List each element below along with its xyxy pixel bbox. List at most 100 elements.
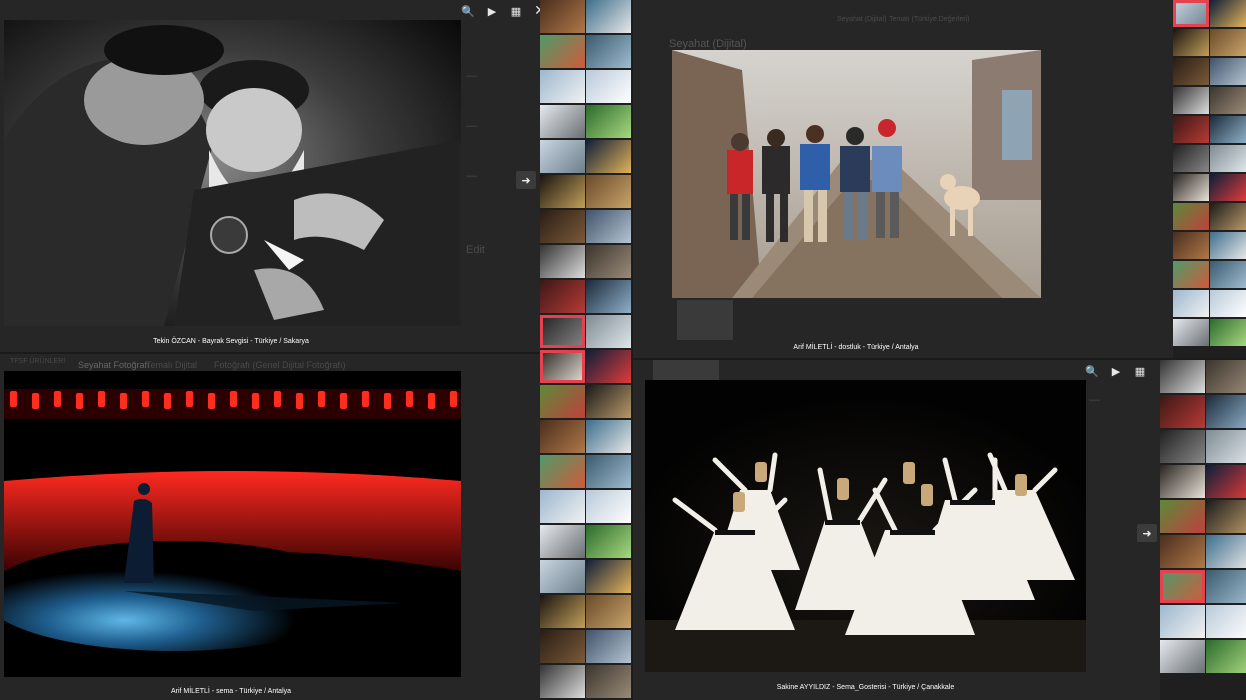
thumbnail[interactable] bbox=[1210, 174, 1246, 201]
thumbnail[interactable] bbox=[1160, 465, 1205, 498]
thumbnail[interactable] bbox=[1206, 500, 1246, 533]
thumbnail[interactable] bbox=[540, 245, 585, 278]
thumbnail[interactable] bbox=[1173, 319, 1209, 346]
thumbnail[interactable] bbox=[540, 490, 585, 523]
thumbnail[interactable] bbox=[1173, 174, 1209, 201]
thumbnail[interactable] bbox=[540, 385, 585, 418]
thumbnail[interactable] bbox=[540, 210, 585, 243]
thumbnail[interactable] bbox=[540, 70, 585, 103]
thumbnail[interactable] bbox=[1210, 261, 1246, 288]
backdrop-tab: Seyahat (Dijital) bbox=[837, 16, 887, 23]
viewer-top-right: Seyahat (Dijital) Temalı (Türkiye Değerl… bbox=[633, 0, 1173, 358]
thumbnail[interactable] bbox=[540, 175, 585, 208]
thumbnail[interactable] bbox=[540, 105, 585, 138]
thumbnail[interactable] bbox=[1160, 535, 1205, 568]
thumbnail[interactable] bbox=[1206, 395, 1246, 428]
thumbnail[interactable] bbox=[540, 630, 585, 663]
thumbnail[interactable] bbox=[1206, 535, 1246, 568]
thumbnail[interactable] bbox=[1206, 570, 1246, 603]
thumbnail[interactable] bbox=[1173, 145, 1209, 172]
thumbnail[interactable] bbox=[586, 35, 631, 68]
thumbnail[interactable] bbox=[1210, 203, 1246, 230]
thumbnail[interactable] bbox=[586, 350, 631, 383]
zoom-icon[interactable]: 🔍 bbox=[1082, 362, 1102, 380]
thumbnail[interactable] bbox=[1160, 430, 1205, 463]
thumbnail[interactable] bbox=[1173, 261, 1209, 288]
main-photo bbox=[4, 371, 461, 677]
zoom-icon[interactable]: 🔍 bbox=[458, 2, 478, 20]
viewer-toolbar: 🔍 ▶ ▦ ✕ bbox=[458, 2, 540, 20]
thumbnail[interactable] bbox=[1173, 116, 1209, 143]
thumbnail[interactable] bbox=[586, 70, 631, 103]
next-arrow-icon[interactable]: ➜ bbox=[516, 171, 536, 189]
close-icon[interactable]: ✕ bbox=[1154, 362, 1160, 380]
grid-icon[interactable]: ▦ bbox=[506, 2, 526, 20]
thumbnail[interactable] bbox=[586, 105, 631, 138]
backdrop-thumb bbox=[653, 360, 719, 380]
thumbnail[interactable] bbox=[540, 315, 585, 348]
thumbnail[interactable] bbox=[1173, 87, 1209, 114]
thumbnail[interactable] bbox=[1206, 465, 1246, 498]
thumbnail[interactable] bbox=[1210, 290, 1246, 317]
thumbnail[interactable] bbox=[1210, 319, 1246, 346]
thumbnail[interactable] bbox=[1160, 605, 1205, 638]
thumbnail[interactable] bbox=[540, 350, 585, 383]
thumbnail[interactable] bbox=[540, 665, 585, 698]
thumbnail[interactable] bbox=[1206, 360, 1246, 393]
thumbnail[interactable] bbox=[1173, 290, 1209, 317]
thumbnail[interactable] bbox=[586, 560, 631, 593]
play-icon[interactable]: ▶ bbox=[1106, 362, 1126, 380]
thumbnail[interactable] bbox=[540, 455, 585, 488]
thumbnail[interactable] bbox=[586, 665, 631, 698]
thumbnail[interactable] bbox=[586, 280, 631, 313]
thumbnail[interactable] bbox=[540, 595, 585, 628]
thumbnail[interactable] bbox=[1206, 640, 1246, 673]
thumbnail[interactable] bbox=[1173, 29, 1209, 56]
thumbnail[interactable] bbox=[1210, 87, 1246, 114]
thumbnail[interactable] bbox=[540, 140, 585, 173]
next-arrow-icon[interactable]: ➜ bbox=[1137, 524, 1157, 542]
thumbnail[interactable] bbox=[1210, 29, 1246, 56]
thumbnail[interactable] bbox=[586, 315, 631, 348]
thumbnail[interactable] bbox=[1210, 58, 1246, 85]
play-icon[interactable]: ▶ bbox=[482, 2, 502, 20]
thumbnail[interactable] bbox=[586, 490, 631, 523]
thumbnail[interactable] bbox=[586, 630, 631, 663]
grid-icon[interactable]: ▦ bbox=[1130, 362, 1150, 380]
thumbnail[interactable] bbox=[586, 385, 631, 418]
thumbnail[interactable] bbox=[586, 525, 631, 558]
thumbnail[interactable] bbox=[586, 140, 631, 173]
close-icon[interactable]: ✕ bbox=[530, 2, 540, 20]
thumbnail[interactable] bbox=[540, 525, 585, 558]
thumbnail[interactable] bbox=[1160, 500, 1205, 533]
thumbnail[interactable] bbox=[586, 175, 631, 208]
thumbnail[interactable] bbox=[1210, 232, 1246, 259]
thumbnail[interactable] bbox=[1173, 203, 1209, 230]
thumbnail[interactable] bbox=[540, 420, 585, 453]
thumbnail[interactable] bbox=[586, 210, 631, 243]
thumbnail[interactable] bbox=[1173, 232, 1209, 259]
thumbnail[interactable] bbox=[540, 35, 585, 68]
thumbnail[interactable] bbox=[540, 560, 585, 593]
thumbnail[interactable] bbox=[540, 280, 585, 313]
thumbnail[interactable] bbox=[586, 245, 631, 278]
thumbnail[interactable] bbox=[1173, 58, 1209, 85]
thumbnail[interactable] bbox=[1210, 145, 1246, 172]
thumbnail[interactable] bbox=[1206, 605, 1246, 638]
thumbnail[interactable] bbox=[1206, 430, 1246, 463]
thumbnail[interactable] bbox=[1160, 640, 1205, 673]
thumbnail[interactable] bbox=[540, 0, 585, 33]
photo-caption: Sakine AYYILDIZ - Sema_Gosterisi - Türki… bbox=[776, 684, 955, 691]
thumbnail[interactable] bbox=[1160, 360, 1205, 393]
thumbnail[interactable] bbox=[586, 0, 631, 33]
thumbnail[interactable] bbox=[1160, 570, 1205, 603]
thumbnail[interactable] bbox=[1160, 395, 1205, 428]
thumbnail[interactable] bbox=[1210, 116, 1246, 143]
thumbnail[interactable] bbox=[586, 455, 631, 488]
backdrop-text: — bbox=[466, 120, 477, 132]
thumbnail[interactable] bbox=[586, 595, 631, 628]
main-photo bbox=[645, 380, 1086, 672]
thumbnail[interactable] bbox=[586, 420, 631, 453]
thumbnail[interactable] bbox=[1173, 0, 1209, 27]
thumbnail[interactable] bbox=[1210, 0, 1246, 27]
